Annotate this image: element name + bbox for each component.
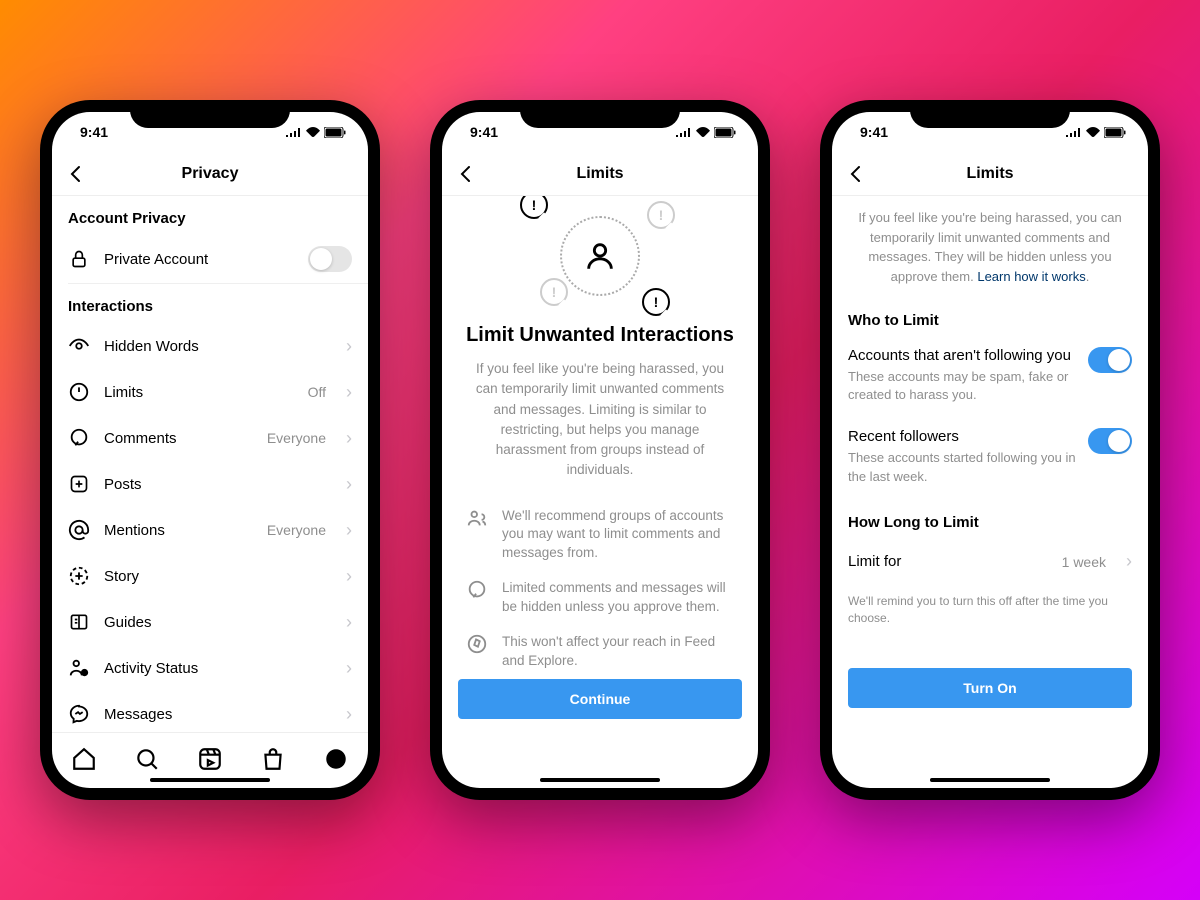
bullet-hidden: Limited comments and messages will be hi… [442, 571, 758, 625]
notch [910, 100, 1070, 128]
option-recent-followers: Recent followers These accounts started … [832, 418, 1148, 499]
row-guides[interactable]: Guides › [52, 599, 368, 645]
row-mentions[interactable]: Mentions Everyone › [52, 507, 368, 553]
chevron-right-icon: › [346, 704, 352, 725]
chevron-right-icon: › [346, 474, 352, 495]
chevron-right-icon: › [346, 382, 352, 403]
tab-shop-icon[interactable] [260, 746, 286, 772]
phone-privacy: 9:41 Privacy Account Privacy Private Acc… [40, 100, 380, 800]
continue-button[interactable]: Continue [458, 679, 742, 719]
limits-illustration: ! ! ! ! [442, 196, 758, 316]
row-limits[interactable]: Limits Off › [52, 369, 368, 415]
status-icons [1066, 127, 1126, 138]
chevron-right-icon: › [346, 658, 352, 679]
row-posts[interactable]: Posts › [52, 461, 368, 507]
comment-icon [466, 579, 488, 601]
home-indicator [150, 778, 270, 782]
tab-reels-icon[interactable] [197, 746, 223, 772]
messenger-icon [68, 703, 90, 725]
private-account-label: Private Account [104, 251, 294, 268]
nav-bar: Privacy [52, 152, 368, 196]
home-indicator [930, 778, 1050, 782]
page-title: Limits [832, 165, 1148, 183]
plus-square-icon [68, 473, 90, 495]
status-time: 9:41 [860, 124, 888, 140]
section-interactions: Interactions [52, 284, 368, 323]
row-hidden-words[interactable]: Hidden Words › [52, 323, 368, 369]
eye-hidden-icon [68, 335, 90, 357]
learn-link[interactable]: Learn how it works [977, 269, 1085, 284]
row-limit-for[interactable]: Limit for 1 week › [832, 539, 1148, 585]
people-icon [466, 507, 488, 529]
status-icons [676, 127, 736, 138]
comment-icon [68, 427, 90, 449]
activity-icon [68, 657, 90, 679]
intro-text: If you feel like you're being harassed, … [832, 196, 1148, 298]
limits-heading: Limit Unwanted Interactions [442, 316, 758, 359]
home-indicator [540, 778, 660, 782]
tab-profile-icon[interactable] [323, 746, 349, 772]
chevron-right-icon: › [346, 520, 352, 541]
notch [130, 100, 290, 128]
notch [520, 100, 680, 128]
compass-icon [466, 633, 488, 655]
privacy-content: Account Privacy Private Account Interact… [52, 196, 368, 732]
chevron-right-icon: › [346, 428, 352, 449]
duration-note: We'll remind you to turn this off after … [832, 585, 1148, 635]
page-title: Privacy [52, 165, 368, 183]
section-account-privacy: Account Privacy [52, 196, 368, 235]
bullet-groups: We'll recommend groups of accounts you m… [442, 499, 758, 572]
row-activity-status[interactable]: Activity Status › [52, 645, 368, 691]
option-not-following: Accounts that aren't following you These… [832, 337, 1148, 418]
row-comments[interactable]: Comments Everyone › [52, 415, 368, 461]
row-story[interactable]: Story › [52, 553, 368, 599]
chevron-right-icon: › [346, 612, 352, 633]
at-icon [68, 519, 90, 541]
status-time: 9:41 [470, 124, 498, 140]
chevron-right-icon: › [346, 336, 352, 357]
tab-home-icon[interactable] [71, 746, 97, 772]
chevron-right-icon: › [1126, 551, 1132, 572]
bullet-reach: This won't affect your reach in Feed and… [442, 625, 758, 679]
lock-icon [68, 248, 90, 270]
phone-limits-config: 9:41 Limits If you feel like you're bein… [820, 100, 1160, 800]
private-account-toggle[interactable] [308, 246, 352, 272]
page-title: Limits [442, 165, 758, 183]
row-private-account[interactable]: Private Account [52, 235, 368, 283]
nav-bar: Limits [442, 152, 758, 196]
recent-followers-toggle[interactable] [1088, 428, 1132, 454]
chevron-right-icon: › [346, 566, 352, 587]
limits-description: If you feel like you're being harassed, … [442, 359, 758, 499]
guides-icon [68, 611, 90, 633]
story-icon [68, 565, 90, 587]
alert-circle-icon [68, 381, 90, 403]
tab-search-icon[interactable] [134, 746, 160, 772]
section-duration: How Long to Limit [832, 500, 1148, 539]
turn-on-button[interactable]: Turn On [848, 668, 1132, 708]
not-following-toggle[interactable] [1088, 347, 1132, 373]
nav-bar: Limits [832, 152, 1148, 196]
row-messages[interactable]: Messages › [52, 691, 368, 732]
phone-limits-intro: 9:41 Limits ! ! ! ! [430, 100, 770, 800]
status-time: 9:41 [80, 124, 108, 140]
section-who: Who to Limit [832, 298, 1148, 337]
status-icons [286, 127, 346, 138]
